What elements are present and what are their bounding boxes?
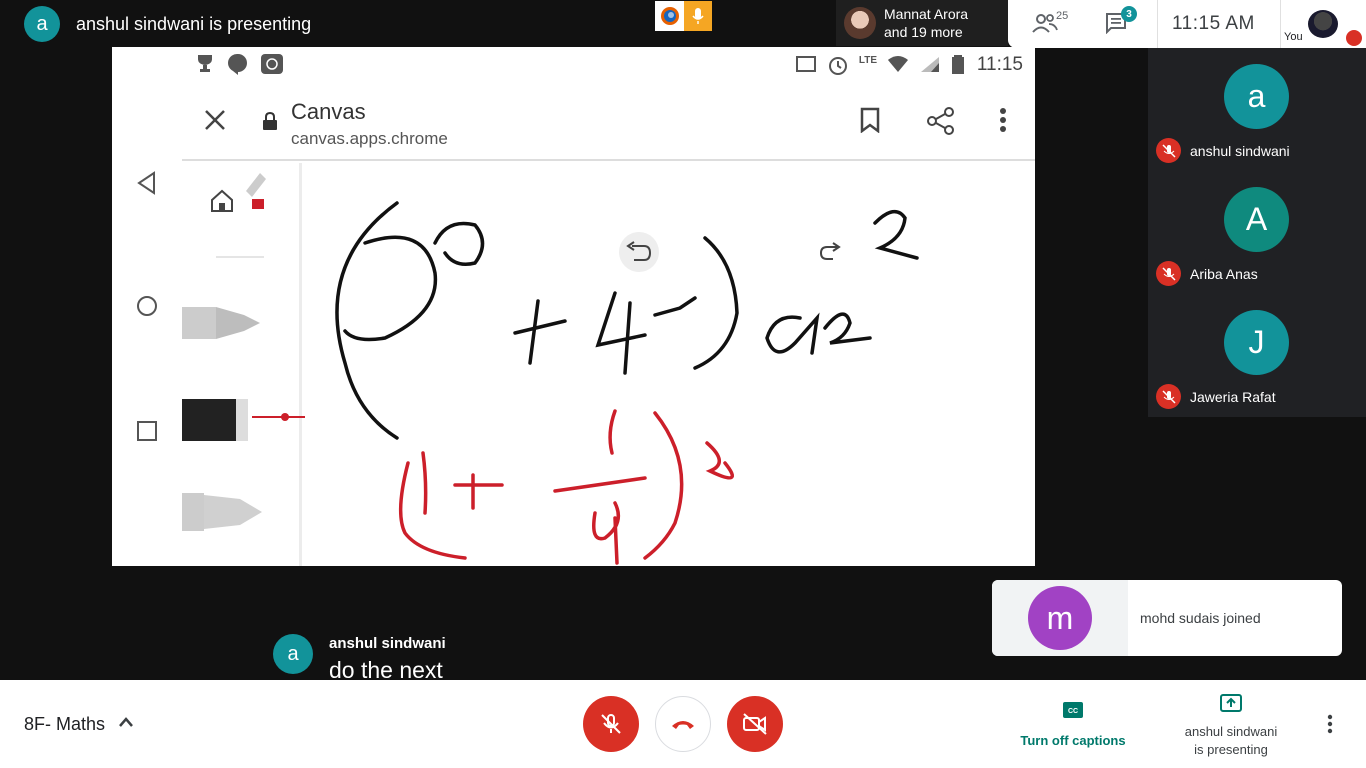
cc-text: CC xyxy=(1068,708,1078,715)
close-icon[interactable] xyxy=(204,109,226,131)
canvas-tool-strip xyxy=(182,163,317,566)
phone-time: 11:15 xyxy=(976,54,1023,75)
cast-icon xyxy=(795,56,816,72)
chevron-up-icon[interactable] xyxy=(118,716,134,728)
firefox-icon[interactable] xyxy=(655,1,684,31)
trophy-icon xyxy=(198,55,212,72)
app-icon xyxy=(261,54,283,74)
caption-speaker: anshul sindwani xyxy=(329,635,446,652)
participant-photo xyxy=(844,7,876,39)
home-circle-icon[interactable] xyxy=(136,295,158,317)
mic-off-button[interactable] xyxy=(583,696,639,752)
wifi-icon xyxy=(888,56,908,72)
joined-avatar: m xyxy=(1028,586,1092,650)
meet-window: a anshul sindwani is presenting Mannat A… xyxy=(0,0,1366,768)
chat-badge: 3 xyxy=(1121,6,1137,22)
android-nav-bar xyxy=(112,47,182,566)
closed-captions-icon: CC xyxy=(1063,702,1083,718)
extension-icons xyxy=(655,1,712,31)
camera-off-icon xyxy=(743,713,767,735)
participant-tiles: a anshul sindwani A Ariba Anas J Jaweria… xyxy=(1148,48,1366,417)
divider xyxy=(1280,0,1281,48)
present-screen-icon xyxy=(1220,694,1242,712)
chat-button[interactable]: 3 xyxy=(1105,6,1137,39)
muted-mic-icon xyxy=(1156,384,1181,409)
top-controls: 25 3 11:15 AM You xyxy=(1008,0,1366,48)
browser-title: Canvas xyxy=(291,99,366,124)
participant-avatar: A xyxy=(1224,187,1289,252)
people-count: 25 xyxy=(1056,10,1069,22)
participants-preview[interactable]: Mannat Arora and 19 more xyxy=(836,0,1008,46)
more-vert-icon[interactable] xyxy=(999,107,1007,133)
join-message: mohd sudais joined xyxy=(1140,610,1261,626)
handwritten-math xyxy=(335,201,919,565)
meeting-title[interactable]: 8F- Maths xyxy=(24,714,105,735)
captions-label: Turn off captions xyxy=(1020,733,1126,748)
participant-name: anshul sindwani xyxy=(1190,143,1290,159)
shared-screen: LTE 11:15 Canvas canvas.apps.chrome xyxy=(112,47,1035,566)
marker-tool-icon[interactable] xyxy=(182,395,322,445)
participant-name: Jaweria Rafat xyxy=(1190,389,1276,405)
home-icon[interactable] xyxy=(210,189,234,213)
presenter-text: anshul sindwani is presenting xyxy=(76,13,312,34)
participant-name: Mannat Arora xyxy=(884,6,969,22)
divider xyxy=(1157,0,1158,48)
join-notification: m mohd sudais joined xyxy=(992,580,1342,656)
hang-up-icon xyxy=(672,721,694,729)
people-button[interactable]: 25 xyxy=(1032,10,1068,39)
alarm-icon xyxy=(828,57,847,75)
you-label: You xyxy=(1284,31,1303,43)
caption-avatar: a xyxy=(273,634,313,674)
participant-tile[interactable]: a anshul sindwani xyxy=(1148,48,1366,171)
participant-tile[interactable]: J Jaweria Rafat xyxy=(1148,294,1366,417)
phone-status-bar: LTE 11:15 xyxy=(182,47,1035,81)
camera-off-button[interactable] xyxy=(727,696,783,752)
muted-mic-icon xyxy=(1156,138,1181,163)
captions-button[interactable]: CC Turn off captions xyxy=(1010,702,1136,748)
self-avatar[interactable] xyxy=(1308,10,1338,38)
people-icon xyxy=(1032,14,1058,33)
microphone-icon[interactable] xyxy=(684,1,712,31)
presenting-line2: is presenting xyxy=(1194,742,1268,757)
participant-name: Ariba Anas xyxy=(1190,266,1258,282)
browser-url: canvas.apps.chrome xyxy=(291,129,448,148)
presenter-avatar: a xyxy=(24,6,60,42)
more-options-icon[interactable] xyxy=(1326,714,1334,734)
presenting-line1: anshul sindwani xyxy=(1184,724,1278,739)
eraser-red-icon[interactable] xyxy=(240,171,270,211)
lte-icon: LTE xyxy=(858,55,877,66)
highlighter-tool-icon[interactable] xyxy=(182,489,262,535)
participant-avatar: a xyxy=(1224,64,1289,129)
presenting-button[interactable]: anshul sindwani is presenting xyxy=(1166,694,1296,759)
self-muted-icon xyxy=(1346,30,1362,46)
leave-call-button[interactable] xyxy=(655,696,711,752)
recents-square-icon[interactable] xyxy=(136,420,158,442)
clock-time: 11:15 AM xyxy=(1172,13,1255,34)
back-triangle-icon[interactable] xyxy=(136,171,158,195)
bottom-control-bar: 8F- Maths CC Turn off captions anshul si… xyxy=(0,680,1366,768)
hangouts-icon xyxy=(228,53,247,75)
lock-icon xyxy=(263,111,277,130)
drawing-canvas[interactable] xyxy=(305,163,1035,566)
participant-more: and 19 more xyxy=(884,24,963,40)
signal-icon xyxy=(921,57,939,72)
mic-off-icon xyxy=(601,714,621,734)
participant-avatar: J xyxy=(1224,310,1289,375)
muted-mic-icon xyxy=(1156,261,1181,286)
browser-toolbar: Canvas canvas.apps.chrome xyxy=(182,81,1035,161)
bookmark-icon[interactable] xyxy=(860,107,880,133)
battery-icon xyxy=(952,55,964,74)
presenter-indicator: a anshul sindwani is presenting xyxy=(24,6,311,42)
participant-tile[interactable]: A Ariba Anas xyxy=(1148,171,1366,294)
pencil-tool-icon[interactable] xyxy=(182,301,262,345)
share-icon[interactable] xyxy=(927,107,955,135)
tool-divider xyxy=(216,256,264,258)
